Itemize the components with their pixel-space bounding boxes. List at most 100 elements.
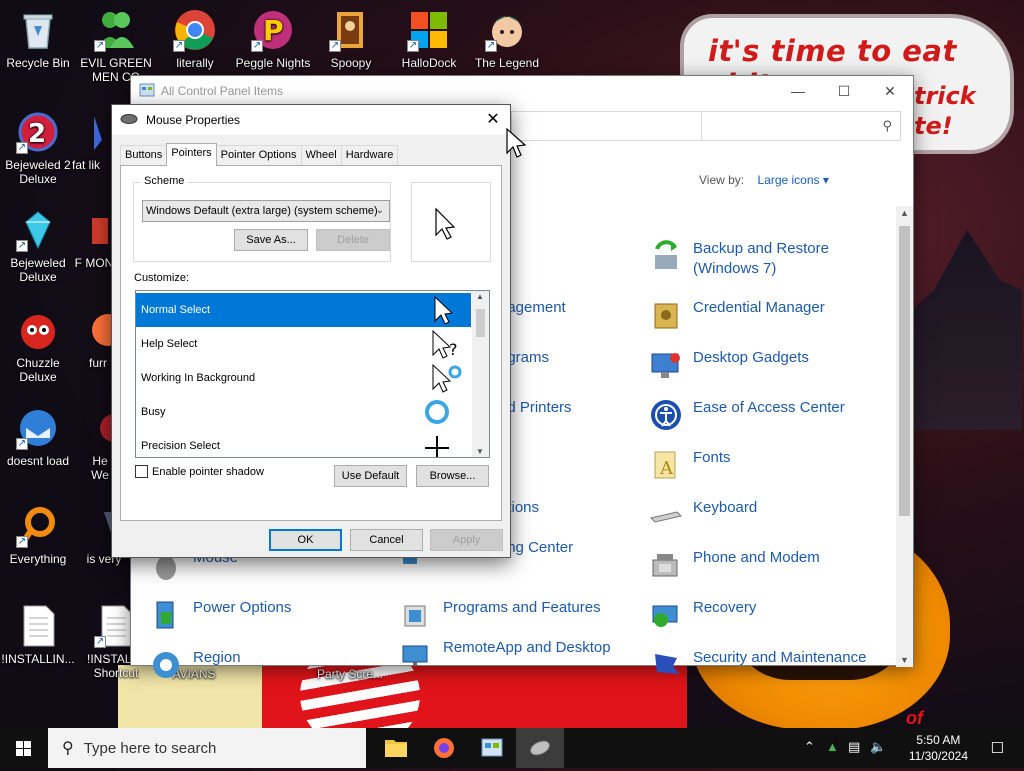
list-item-busy[interactable]: Busy bbox=[136, 395, 471, 429]
crosshair-cursor-icon bbox=[425, 436, 449, 457]
desktop-icon-chuzzle[interactable]: Chuzzle Deluxe bbox=[0, 308, 76, 384]
minimize-button[interactable]: — bbox=[775, 76, 821, 106]
taskbar-mouse-properties[interactable] bbox=[516, 728, 564, 768]
partial-icon bbox=[74, 208, 114, 252]
cp-item-phone-modem[interactable]: Phone and Modem bbox=[649, 548, 820, 582]
start-button[interactable] bbox=[0, 728, 48, 768]
scroll-down-icon[interactable]: ▼ bbox=[900, 655, 909, 665]
desktop-icon-hallodock[interactable]: ↗ HalloDock bbox=[391, 8, 467, 70]
shortcut-arrow-icon: ↗ bbox=[329, 40, 341, 52]
desktop-icon-recycle-bin[interactable]: Recycle Bin bbox=[0, 8, 76, 70]
scroll-down-icon[interactable]: ▼ bbox=[476, 447, 484, 456]
app-tray-icon[interactable]: ▲ bbox=[826, 739, 839, 754]
apply-button[interactable]: Apply bbox=[430, 529, 503, 551]
tab-wheel[interactable]: Wheel bbox=[300, 145, 342, 165]
cp-item-recovery[interactable]: Recovery bbox=[649, 598, 756, 632]
desktop-icon-peggle-nights[interactable]: P ↗ Peggle Nights bbox=[235, 8, 311, 70]
desktop-icon-bejeweled[interactable]: ↗ Bejeweled Deluxe bbox=[0, 208, 76, 284]
tab-hardware[interactable]: Hardware bbox=[340, 145, 399, 165]
cp-item-remoteapp[interactable]: RemoteApp and Desktop Connections bbox=[399, 638, 633, 672]
cp-item-security-maintenance[interactable]: Security and Maintenance bbox=[649, 648, 866, 682]
tab-pointers[interactable]: Pointers bbox=[166, 143, 217, 166]
cp-item-region[interactable]: Region bbox=[149, 648, 241, 682]
cancel-button[interactable]: Cancel bbox=[350, 529, 423, 551]
shortcut-arrow-icon: ↗ bbox=[94, 636, 106, 648]
thunderbird-icon: ↗ bbox=[16, 406, 60, 450]
control-panel-titlebar[interactable]: All Control Panel Items — ☐ ✕ bbox=[131, 76, 913, 106]
cp-item-power-options[interactable]: Power Options bbox=[149, 598, 291, 632]
desktop-icon-everything[interactable]: ↗ Everything bbox=[0, 504, 76, 566]
windows-start-icon bbox=[16, 741, 31, 756]
browse-button[interactable]: Browse... bbox=[416, 465, 489, 487]
clock-time: 5:50 AM bbox=[916, 733, 961, 747]
use-default-button[interactable]: Use Default bbox=[334, 465, 407, 487]
desktop-icon-label: Party Scre... bbox=[316, 667, 384, 681]
cp-item-keyboard[interactable]: Keyboard bbox=[649, 498, 757, 532]
cp-item-credential-manager[interactable]: Credential Manager bbox=[649, 298, 825, 332]
desktop-icon-party-screen[interactable]: Party Scre... bbox=[312, 667, 388, 681]
taskbar-file-explorer[interactable] bbox=[372, 728, 420, 768]
delete-button[interactable]: Delete bbox=[316, 229, 390, 251]
taskbar-search[interactable]: ⚲ Type here to search bbox=[48, 728, 366, 768]
tab-buttons[interactable]: Buttons bbox=[120, 145, 168, 165]
ok-button[interactable]: OK bbox=[269, 529, 342, 551]
cp-item-backup-restore[interactable]: Backup and Restore (Windows 7) bbox=[649, 239, 843, 279]
taskbar-firefox[interactable] bbox=[420, 728, 468, 768]
scroll-up-icon[interactable]: ▲ bbox=[476, 292, 484, 301]
list-item-normal-select[interactable]: Normal Select bbox=[136, 293, 471, 327]
desktop-icon-literally[interactable]: ↗ literally bbox=[157, 8, 233, 70]
taskbar-control-panel[interactable] bbox=[468, 728, 516, 768]
close-button[interactable]: ✕ bbox=[867, 76, 913, 106]
volume-icon[interactable]: 🔈 bbox=[870, 739, 886, 755]
desktop-icon-installing[interactable]: !INSTALLIN... bbox=[0, 604, 76, 666]
desktop-icon-spoopy[interactable]: ↗ Spoopy bbox=[313, 8, 389, 70]
chevron-up-icon[interactable]: ⌃ bbox=[804, 739, 815, 755]
control-panel-scrollbar[interactable]: ▲ ▼ bbox=[896, 206, 913, 667]
desktop-icon-label: literally bbox=[176, 56, 214, 70]
save-as-button[interactable]: Save As... bbox=[234, 229, 308, 251]
checkbox-box[interactable] bbox=[135, 465, 148, 478]
desktop-icon-fat-lik[interactable]: fat lik bbox=[62, 110, 110, 172]
scrollbar-thumb[interactable] bbox=[899, 226, 910, 516]
search-input[interactable]: ⚲ bbox=[701, 111, 901, 141]
pointer-list[interactable]: Normal Select Help Select ? Working In B… bbox=[135, 290, 490, 458]
desktop-icon-label: Bejeweled 2 Deluxe bbox=[5, 158, 71, 186]
list-item-working-background[interactable]: Working In Background bbox=[136, 361, 471, 395]
desktop-icon-evil-green-men[interactable]: ↗ EVIL GREEN MEN CO bbox=[78, 8, 154, 84]
desktop-icon-the-legend[interactable]: ↗ The Legend bbox=[469, 8, 545, 70]
scheme-select[interactable]: Windows Default (extra large) (system sc… bbox=[142, 200, 390, 222]
tab-pointer-options[interactable]: Pointer Options bbox=[215, 145, 302, 165]
scrollbar-thumb[interactable] bbox=[476, 309, 485, 337]
list-item-precision-select[interactable]: Precision Select bbox=[136, 429, 471, 457]
shortcut-arrow-icon: ↗ bbox=[407, 40, 419, 52]
list-item-help-select[interactable]: Help Select ? bbox=[136, 327, 471, 361]
cp-item-ease-of-access[interactable]: Ease of Access Center bbox=[649, 398, 845, 432]
shortcut-arrow-icon: ↗ bbox=[251, 40, 263, 52]
dialog-titlebar[interactable]: Mouse Properties bbox=[112, 105, 510, 135]
cp-item-programs-features[interactable]: Programs and Features bbox=[399, 598, 601, 632]
svg-text:?: ? bbox=[449, 340, 458, 359]
desktop-icon-f-mon[interactable]: F MON bbox=[74, 208, 114, 270]
search-icon: ⚲ bbox=[62, 740, 74, 757]
cp-item-fonts[interactable]: A Fonts bbox=[649, 448, 731, 482]
scroll-up-icon[interactable]: ▲ bbox=[900, 208, 909, 218]
desktop-icon-label: He We bbox=[91, 454, 109, 482]
dialog-title: Mouse Properties bbox=[146, 113, 241, 127]
enable-shadow-checkbox[interactable]: Enable pointer shadow bbox=[135, 465, 264, 478]
pointer-list-scrollbar[interactable]: ▲ ▼ bbox=[472, 291, 489, 457]
maximize-button[interactable]: ☐ bbox=[821, 76, 867, 106]
desktop-icon-label: Chuzzle Deluxe bbox=[16, 356, 60, 384]
taskbar: ⚲ Type here to search ⌃ ▲ ▤ 🔈 ☐ 5:50 AM … bbox=[0, 728, 1024, 768]
svg-text:2: 2 bbox=[28, 119, 46, 149]
desktop-icon-doesnt-load[interactable]: ↗ doesnt load bbox=[0, 406, 76, 468]
view-by-dropdown[interactable]: Large icons ▾ bbox=[757, 173, 828, 187]
arrow-cursor-icon bbox=[435, 207, 456, 240]
notification-icon[interactable]: ☐ bbox=[991, 739, 1004, 757]
cp-item-desktop-gadgets[interactable]: Desktop Gadgets bbox=[649, 348, 809, 382]
desktop-icon-label: Bejeweled Deluxe bbox=[10, 256, 66, 284]
text-document-icon bbox=[16, 604, 60, 648]
partial-icon bbox=[64, 110, 108, 154]
network-icon[interactable]: ▤ bbox=[848, 739, 860, 755]
character-face-icon: ↗ bbox=[485, 8, 529, 52]
taskbar-clock[interactable]: 5:50 AM 11/30/2024 bbox=[909, 732, 968, 764]
